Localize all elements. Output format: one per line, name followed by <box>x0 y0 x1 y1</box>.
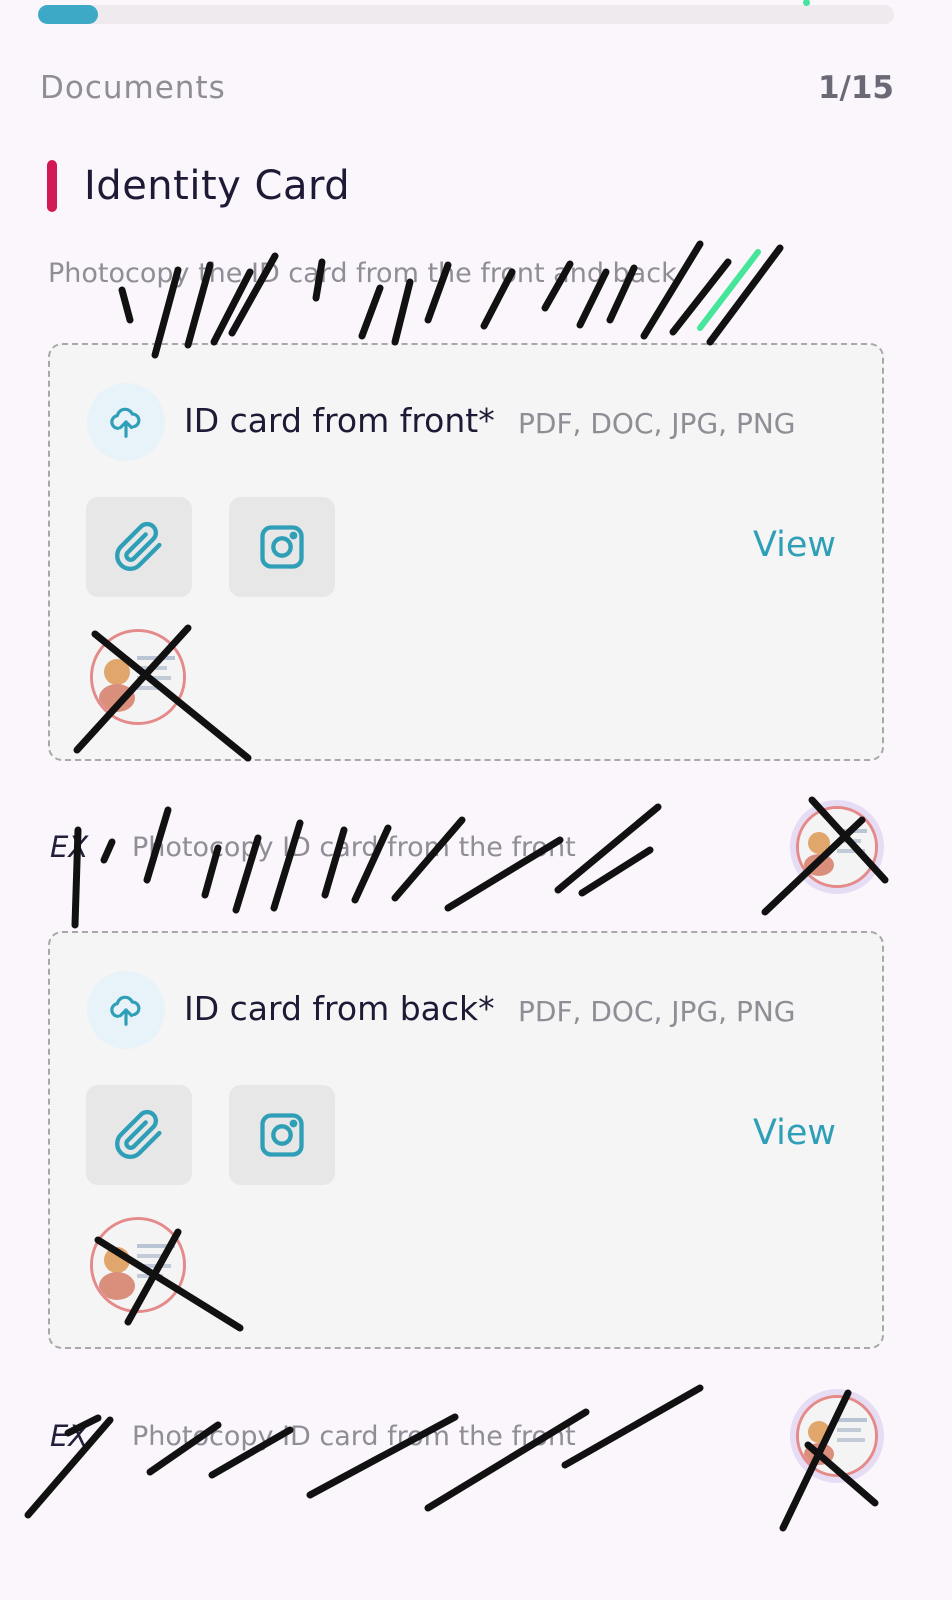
attach-file-button[interactable] <box>86 1085 192 1185</box>
example-thumbnail[interactable] <box>790 1389 884 1483</box>
uploaded-thumbnail[interactable] <box>90 629 186 725</box>
camera-icon <box>260 525 304 569</box>
view-link[interactable]: View <box>753 525 836 565</box>
progress-bar-fill <box>38 5 98 24</box>
page-counter: 1/15 <box>817 70 894 106</box>
camera-button[interactable] <box>229 1085 335 1185</box>
upload-card-back[interactable]: ID card from back* PDF, DOC, JPG, PNG Vi… <box>48 931 884 1349</box>
progress-bar <box>38 0 894 24</box>
example-prefix: EX <box>50 830 89 864</box>
example-thumbnail[interactable] <box>790 800 884 894</box>
attach-file-button[interactable] <box>86 497 192 597</box>
cloud-upload-icon <box>87 383 165 461</box>
field-label: ID card from back* <box>184 989 495 1028</box>
section-header: Identity Card <box>47 160 350 212</box>
example-prefix: EX <box>50 1419 89 1453</box>
example-row: EX Photocopy ID card from the front <box>48 800 884 896</box>
example-text: Photocopy ID card from the front <box>132 1421 576 1452</box>
header: Documents 1/15 <box>40 66 894 110</box>
field-formats: PDF, DOC, JPG, PNG <box>518 995 796 1028</box>
uploaded-thumbnail[interactable] <box>90 1217 186 1313</box>
view-link[interactable]: View <box>753 1113 836 1153</box>
camera-button[interactable] <box>229 497 335 597</box>
paperclip-icon <box>115 521 162 571</box>
example-text: Photocopy ID card from the front <box>132 832 576 863</box>
page-title: Documents <box>40 70 226 106</box>
field-formats: PDF, DOC, JPG, PNG <box>518 407 796 440</box>
section-description: Photocopy the ID card from the front and… <box>48 258 677 289</box>
section-accent-bar <box>47 160 57 212</box>
camera-icon <box>260 1113 304 1157</box>
progress-marker <box>803 0 810 6</box>
section-title: Identity Card <box>84 163 351 209</box>
field-label: ID card from front* <box>184 401 495 440</box>
upload-card-front[interactable]: ID card from front* PDF, DOC, JPG, PNG V… <box>48 343 884 761</box>
paperclip-icon <box>115 1109 162 1159</box>
example-row: EX Photocopy ID card from the front <box>48 1389 884 1485</box>
cloud-upload-icon <box>87 971 165 1049</box>
